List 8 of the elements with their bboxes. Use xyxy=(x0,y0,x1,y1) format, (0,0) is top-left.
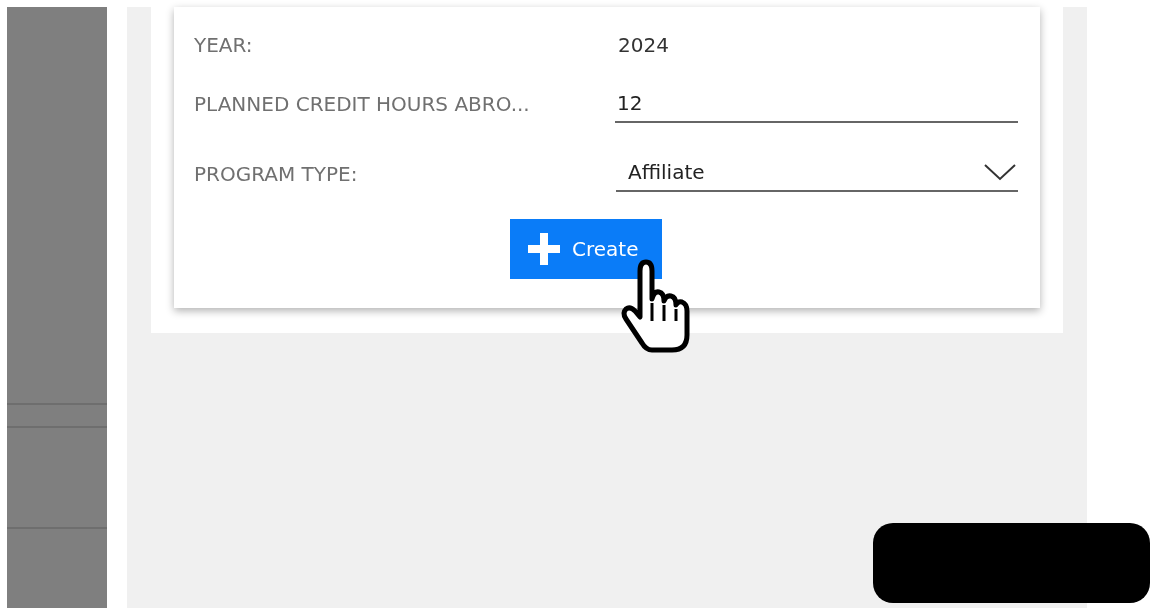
plus-icon xyxy=(528,233,560,265)
field-label: YEAR: xyxy=(194,33,254,57)
dropdown-field[interactable]: Affiliate xyxy=(616,156,1018,192)
field-label: PLANNED CREDIT HOURS ABRO... xyxy=(194,92,531,116)
field-value: 2024 xyxy=(618,33,669,57)
create-button[interactable]: Create xyxy=(510,219,662,279)
chevron-down-icon xyxy=(984,163,1016,181)
field-label: PROGRAM TYPE: xyxy=(194,162,359,186)
